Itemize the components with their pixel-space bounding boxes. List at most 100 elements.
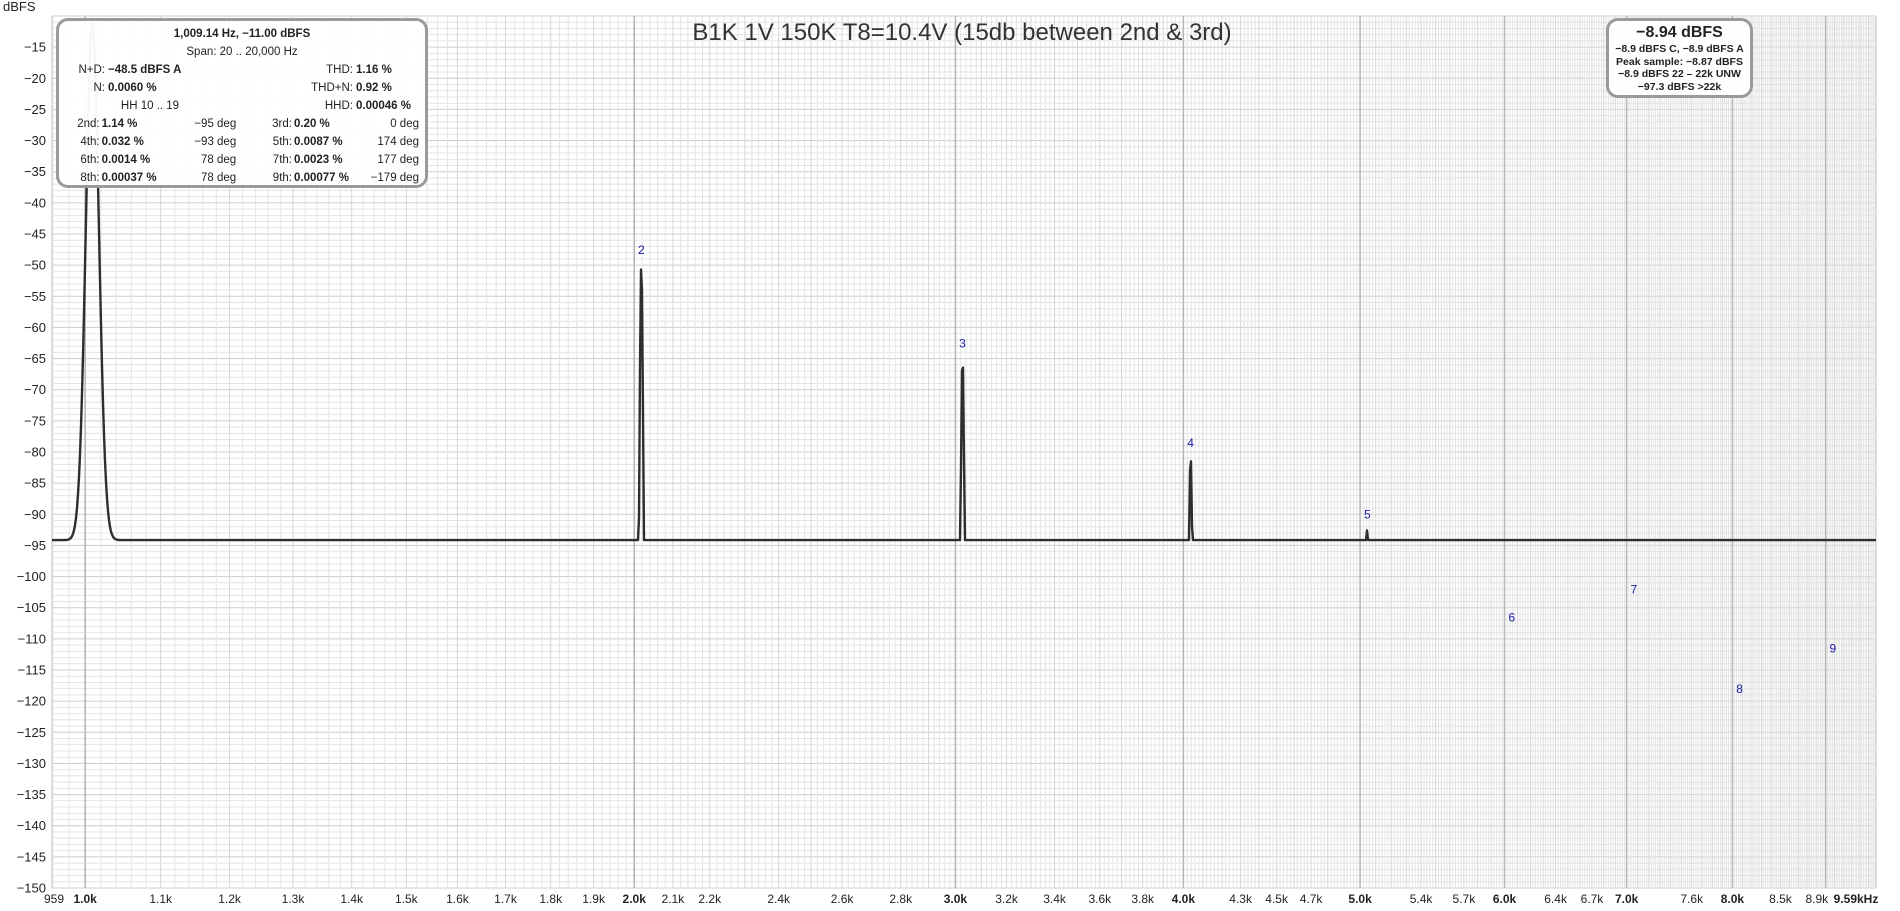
harmonic-phase: 0 deg bbox=[390, 118, 419, 130]
x-tick-label: 1.0k bbox=[73, 892, 97, 906]
harmonic-label: 9th: bbox=[272, 172, 292, 184]
x-axis-ticks: 959 1.0k 1.1k 1.2k 1.3k 1.4k 1.5k 1.6k 1.7k 1.8k 1… bbox=[44, 892, 1878, 906]
x-tick-label: 3.6k bbox=[1089, 892, 1113, 906]
x-tick-label: 1.2k bbox=[218, 892, 242, 906]
harmonic-label-7: 7 bbox=[1630, 582, 1637, 596]
x-tick-label: 1.7k bbox=[494, 892, 518, 906]
harmonic-phase: 78 deg bbox=[201, 172, 237, 184]
level-line-1: −8.9 dBFS C, −8.9 dBFS A bbox=[1615, 43, 1744, 55]
x-tick-label: 4.5k bbox=[1265, 892, 1289, 906]
y-tick-label: −65 bbox=[24, 351, 46, 366]
harmonic-phase: −95 deg bbox=[194, 118, 237, 130]
y-tick-label: −150 bbox=[17, 881, 46, 896]
x-tick-label: 2.1k bbox=[662, 892, 686, 906]
y-tick-label: −25 bbox=[24, 102, 46, 117]
harmonic-label-8: 8 bbox=[1736, 682, 1743, 696]
x-tick-label: 1.9k bbox=[582, 892, 606, 906]
y-tick-label: −125 bbox=[17, 725, 46, 740]
x-tick-label: 1.6k bbox=[446, 892, 470, 906]
y-tick-label: −105 bbox=[17, 600, 46, 615]
harmonic-label: 5th: bbox=[272, 136, 292, 148]
x-tick-label: 3.4k bbox=[1043, 892, 1067, 906]
harmonic-phase: −179 deg bbox=[370, 172, 419, 184]
y-tick-label: −130 bbox=[17, 756, 46, 771]
y-tick-label: −15 bbox=[24, 40, 46, 55]
x-tick-label: 7.6k bbox=[1680, 892, 1704, 906]
x-tick-label: 5.7k bbox=[1453, 892, 1477, 906]
summary-span: Span: 20 .. 20,000 Hz bbox=[186, 46, 298, 58]
summary-row-hh: HH 10 .. 19 HHD: 0.00046 % bbox=[120, 100, 411, 112]
harmonic-value: 0.0023 % bbox=[293, 154, 343, 166]
harmonic-row: 6th: 0.0014 % 78 deg 7th: 0.0023 % 177 deg bbox=[65, 151, 419, 169]
x-tick-label: 4.3k bbox=[1229, 892, 1253, 906]
harmonic-value: 1.14 % bbox=[101, 118, 138, 130]
harmonic-label: 2nd: bbox=[77, 118, 100, 130]
harmonic-phase: 78 deg bbox=[201, 154, 237, 166]
y-tick-label: −30 bbox=[24, 133, 46, 148]
x-tick-label: 2.4k bbox=[767, 892, 791, 906]
harmonic-label-3: 3 bbox=[959, 336, 966, 350]
y-axis-ticks: −15 −20 −25 −30 −35 −40 −45 −50 −55 −60 −65 −70 −75 −… bbox=[17, 40, 46, 896]
y-tick-label: −35 bbox=[24, 164, 46, 179]
x-tick-label: 1.8k bbox=[539, 892, 563, 906]
x-tick-label: 959 bbox=[44, 892, 64, 906]
level-line-3: −8.9 dBFS 22 – 22k UNW bbox=[1618, 68, 1741, 80]
x-tick-label: 4.7k bbox=[1300, 892, 1324, 906]
harmonic-row: 2nd: 1.14 % −95 deg 3rd: 0.20 % 0 deg bbox=[65, 115, 419, 133]
harmonic-label: 7th: bbox=[272, 154, 292, 166]
chart-title: B1K 1V 150K T8=10.4V (15db between 2nd &… bbox=[692, 19, 1231, 46]
harmonic-phase: 174 deg bbox=[377, 136, 419, 148]
x-tick-label: 3.0k bbox=[944, 892, 968, 906]
y-tick-label: −45 bbox=[24, 227, 46, 242]
y-tick-label: −75 bbox=[24, 413, 46, 428]
x-tick-label: 9.59kHz bbox=[1834, 892, 1879, 906]
y-tick-label: −20 bbox=[24, 71, 46, 86]
harmonic-phase: −93 deg bbox=[194, 136, 237, 148]
y-axis-label: dBFS bbox=[3, 0, 36, 14]
level-main: −8.94 dBFS bbox=[1636, 24, 1723, 41]
harmonic-label-6: 6 bbox=[1508, 611, 1515, 625]
x-tick-label: 6.4k bbox=[1544, 892, 1568, 906]
harmonic-label: 8th: bbox=[80, 172, 100, 184]
y-tick-label: −100 bbox=[17, 569, 46, 584]
x-tick-label: 8.5k bbox=[1769, 892, 1793, 906]
harmonic-value: 0.00077 % bbox=[293, 172, 349, 184]
x-tick-label: 7.0k bbox=[1615, 892, 1639, 906]
y-tick-label: −40 bbox=[24, 195, 46, 210]
y-tick-label: −140 bbox=[17, 818, 46, 833]
harmonic-value: 0.032 % bbox=[101, 136, 144, 148]
harmonic-label-5: 5 bbox=[1364, 508, 1371, 522]
harmonic-row: 4th: 0.032 % −93 deg 5th: 0.0087 % 174 deg bbox=[65, 133, 419, 151]
harmonic-label: 3rd: bbox=[272, 118, 292, 130]
y-tick-label: −110 bbox=[18, 631, 46, 646]
level-meter-box: −8.94 dBFS −8.9 dBFS C, −8.9 dBFS A Peak… bbox=[1606, 18, 1753, 98]
x-tick-label: 5.4k bbox=[1410, 892, 1434, 906]
harmonic-label: 6th: bbox=[80, 154, 100, 166]
y-tick-label: −50 bbox=[24, 258, 46, 273]
x-tick-label: 2.6k bbox=[831, 892, 855, 906]
x-tick-label: 5.0k bbox=[1348, 892, 1372, 906]
summary-row-n-thdn: N: 0.0060 % THD+N: 0.92 % bbox=[93, 82, 392, 94]
x-tick-label: 6.7k bbox=[1581, 892, 1605, 906]
x-tick-label: 2.0k bbox=[623, 892, 647, 906]
y-tick-label: −145 bbox=[17, 849, 46, 864]
y-tick-label: −95 bbox=[24, 538, 46, 553]
level-line-4: −97.3 dBFS >22k bbox=[1637, 80, 1722, 93]
x-tick-label: 1.4k bbox=[340, 892, 364, 906]
harmonic-value: 0.0014 % bbox=[101, 154, 151, 166]
summary-row-nd-thd: N+D: −48.5 dBFS A THD: 1.16 % bbox=[78, 64, 392, 76]
x-tick-label: 3.2k bbox=[995, 892, 1019, 906]
y-tick-label: −85 bbox=[24, 476, 46, 491]
y-tick-label: −55 bbox=[24, 289, 46, 304]
x-tick-label: 2.8k bbox=[889, 892, 913, 906]
harmonic-label-9: 9 bbox=[1830, 642, 1837, 656]
y-tick-label: −115 bbox=[18, 663, 46, 678]
x-tick-label: 8.9k bbox=[1806, 892, 1830, 906]
x-tick-label: 1.3k bbox=[282, 892, 306, 906]
y-tick-label: −120 bbox=[17, 694, 46, 709]
level-line-2: Peak sample: −8.87 dBFS bbox=[1616, 55, 1743, 68]
y-tick-label: −60 bbox=[24, 320, 46, 335]
harmonic-label-4: 4 bbox=[1187, 436, 1194, 450]
harmonic-row: 8th: 0.00037 % 78 deg 9th: 0.00077 % −179 deg bbox=[65, 169, 419, 187]
x-tick-label: 2.2k bbox=[698, 892, 722, 906]
